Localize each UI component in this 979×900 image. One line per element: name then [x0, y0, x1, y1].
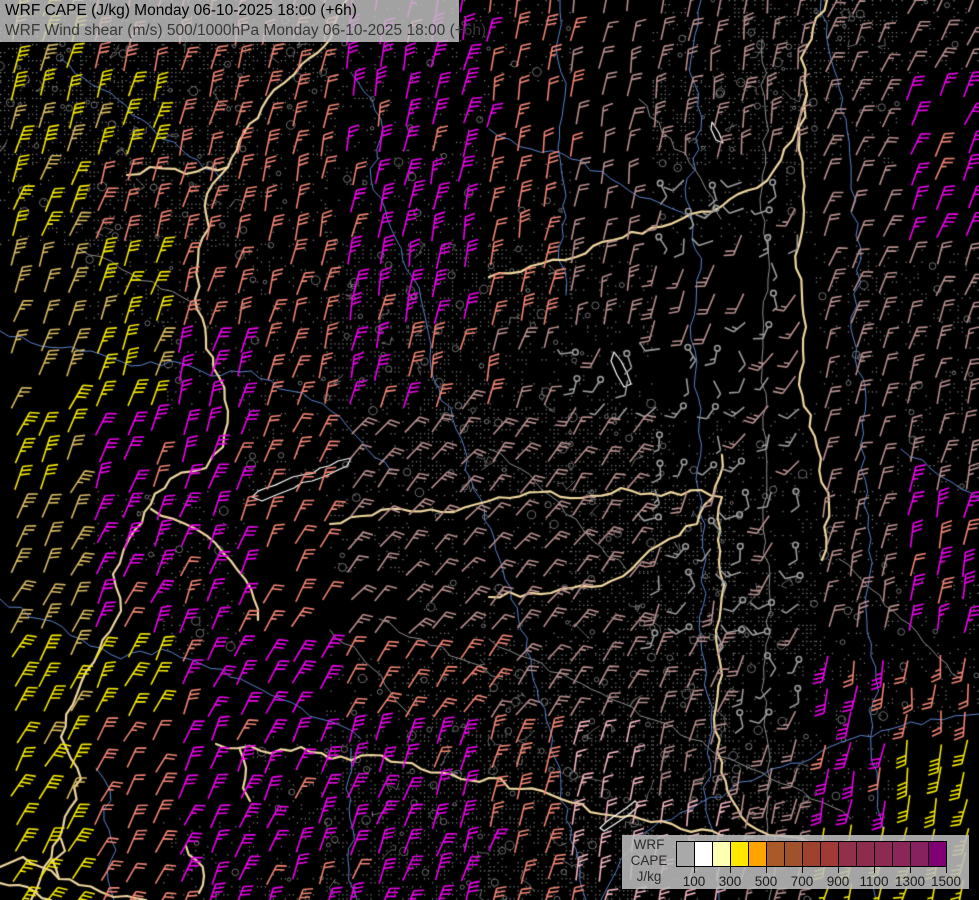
legend-swatch: [928, 841, 947, 867]
title-line-cape: WRF CAPE (J/kg) Monday 06-10-2025 18:00 …: [5, 1, 459, 21]
legend-swatch: [694, 841, 713, 867]
legend-swatch: [856, 841, 875, 867]
wrf-cape-windshear-map-canvas: [0, 0, 979, 900]
legend-swatch: [712, 841, 731, 867]
legend-tick-mark: [802, 867, 803, 873]
legend-swatch: [874, 841, 893, 867]
legend-tick-mark: [766, 867, 767, 873]
legend-swatch: [730, 841, 749, 867]
legend-label-model: WRF: [624, 837, 674, 853]
legend-swatch: [802, 841, 821, 867]
legend-swatch: [892, 841, 911, 867]
weather-map-viewport: WRF CAPE (J/kg) Monday 06-10-2025 18:00 …: [0, 0, 979, 900]
legend-tick-mark: [694, 867, 695, 873]
legend-swatch: [784, 841, 803, 867]
cape-legend: WRF CAPE J/kg 10030050070090011001300150…: [622, 835, 969, 889]
legend-tick-mark: [874, 867, 875, 873]
title-line-windshear: WRF Wind shear (m/s) 500/1000hPa Monday …: [5, 21, 459, 41]
legend-swatch: [766, 841, 785, 867]
legend-label-block: WRF CAPE J/kg: [624, 837, 674, 885]
legend-swatch: [820, 841, 839, 867]
legend-swatch: [676, 841, 695, 867]
forecast-title-overlay: WRF CAPE (J/kg) Monday 06-10-2025 18:00 …: [0, 0, 459, 42]
legend-tick-mark: [946, 867, 947, 873]
legend-swatch: [748, 841, 767, 867]
legend-swatch: [838, 841, 857, 867]
legend-colorbar: 100300500700900110013001500: [676, 841, 946, 867]
legend-tick-mark: [838, 867, 839, 873]
legend-tick-mark: [730, 867, 731, 873]
legend-label-parameter: CAPE: [624, 853, 674, 869]
legend-label-unit: J/kg: [624, 869, 674, 885]
legend-tick-mark: [910, 867, 911, 873]
legend-tick-label: 1500: [924, 874, 968, 889]
legend-swatch: [910, 841, 929, 867]
